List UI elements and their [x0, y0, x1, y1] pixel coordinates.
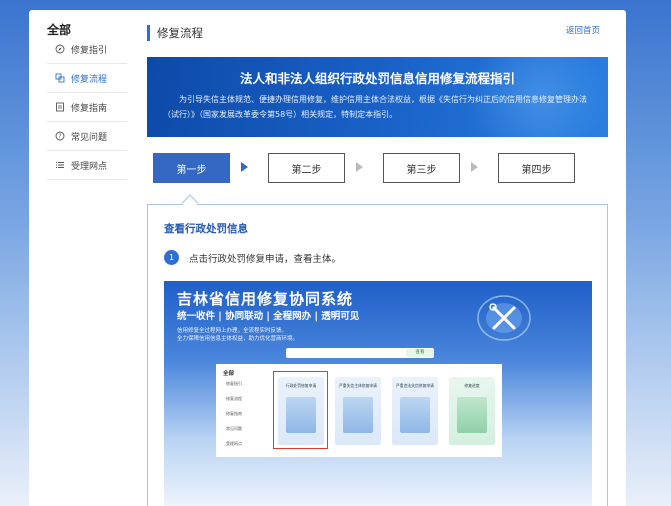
chart-illustration-icon	[343, 397, 373, 433]
banner: 法人和非法人组织行政处罚信息信用修复流程指引 为引导失信主体规范、便捷办理信用修…	[147, 57, 608, 137]
system-screenshot: 吉林省信用修复协同系统 统一收件 | 协同联动 | 全程网办 | 透明可见 信用…	[164, 281, 592, 506]
screenshot-menu-item: 受理网点	[226, 441, 242, 446]
list-icon	[56, 162, 64, 168]
compass-icon	[55, 44, 65, 54]
step-2-button[interactable]: 第二步	[268, 153, 345, 183]
screenshot-panel: 全部 修复指引 修复流程 修复指南 常见问题 受理网点 行政处罚修复申请 严重失…	[216, 364, 502, 457]
screenshot-tile-label: 修复进度	[464, 383, 480, 388]
screenshot-tile: 严重失信主体修复申请	[335, 377, 381, 445]
screenshot-search-button: 查看	[406, 349, 434, 357]
tools-icon	[477, 295, 531, 341]
screenshot-panel-title: 全部	[223, 371, 235, 377]
sidebar-item-label: 受理网点	[71, 161, 108, 172]
sidebar-item-repair-handbook[interactable]: 修复指南	[47, 93, 127, 122]
screenshot-tile-label: 严重违法失信修复申请	[396, 383, 434, 388]
screenshot-subtitle: 统一收件 | 协同联动 | 全程网办 | 透明可见	[177, 311, 360, 322]
sidebar-item-repair-flow[interactable]: 修复流程	[47, 64, 127, 93]
sidebar-item-repair-guide[interactable]: 修复指引	[47, 35, 127, 64]
sidebar: 全部 修复指引 修复流程 修复指南 ? 常见问题 受理网点	[29, 10, 137, 210]
step-3-button[interactable]: 第三步	[383, 153, 460, 183]
banner-description: 为引导失信主体规范、便捷办理信用修复，维护信用主体合法权益，根据《失信行为纠正后…	[163, 95, 587, 119]
document-illustration-icon	[457, 397, 487, 433]
sidebar-item-faq[interactable]: ? 常见问题	[47, 122, 127, 151]
sidebar-item-service-points[interactable]: 受理网点	[47, 151, 127, 180]
screenshot-title: 吉林省信用修复协同系统	[177, 290, 354, 308]
monitor-illustration-icon	[400, 397, 430, 433]
banner-title: 法人和非法人组织行政处罚信息信用修复流程指引	[239, 71, 515, 86]
screenshot-menu-item: 修复流程	[226, 396, 242, 401]
sidebar-item-label: 修复指南	[71, 103, 108, 114]
svg-text:?: ?	[58, 133, 61, 140]
page-title: 修复流程	[147, 25, 203, 41]
screenshot-tile: 严重违法失信修复申请	[392, 377, 438, 445]
step-instruction: 点击行政处罚修复申请，查看主体。	[189, 254, 342, 265]
step-1-button[interactable]: 第一步	[153, 153, 230, 183]
question-icon: ?	[55, 131, 65, 141]
step-4-button[interactable]: 第四步	[498, 153, 575, 183]
back-home-link[interactable]: 返回首页	[566, 24, 600, 36]
screenshot-line: 全力保障信用信息主体权益，助力优化营商环境。	[177, 336, 299, 342]
main-card: 全部 修复指引 修复流程 修复指南 ? 常见问题 受理网点 修复流程 返回首页 …	[29, 10, 626, 506]
section-title: 查看行政处罚信息	[164, 223, 248, 235]
screenshot-menu-item: 修复指南	[226, 411, 242, 416]
guide-icon	[56, 102, 64, 112]
screenshot-line: 信用修复全过程网上办理，全流程实时反馈。	[177, 328, 288, 334]
highlight-box	[273, 371, 328, 449]
step-arrow-icon	[471, 162, 478, 172]
step-content-panel: 查看行政处罚信息 1 点击行政处罚修复申请，查看主体。 吉林省信用修复协同系统 …	[147, 204, 608, 506]
sidebar-item-label: 修复流程	[71, 74, 108, 85]
screenshot-tile: 修复进度	[449, 377, 495, 445]
screenshot-menu-item: 常见问题	[226, 426, 242, 431]
step-number-badge: 1	[164, 250, 179, 265]
sidebar-item-label: 常见问题	[71, 132, 108, 143]
sidebar-item-label: 修复指引	[71, 45, 108, 56]
step-arrow-icon	[241, 162, 248, 172]
screenshot-menu-item: 修复指引	[226, 381, 242, 386]
screenshot-tile-label: 严重失信主体修复申请	[339, 383, 377, 388]
step-arrow-icon	[356, 162, 363, 172]
flow-icon	[55, 73, 65, 83]
